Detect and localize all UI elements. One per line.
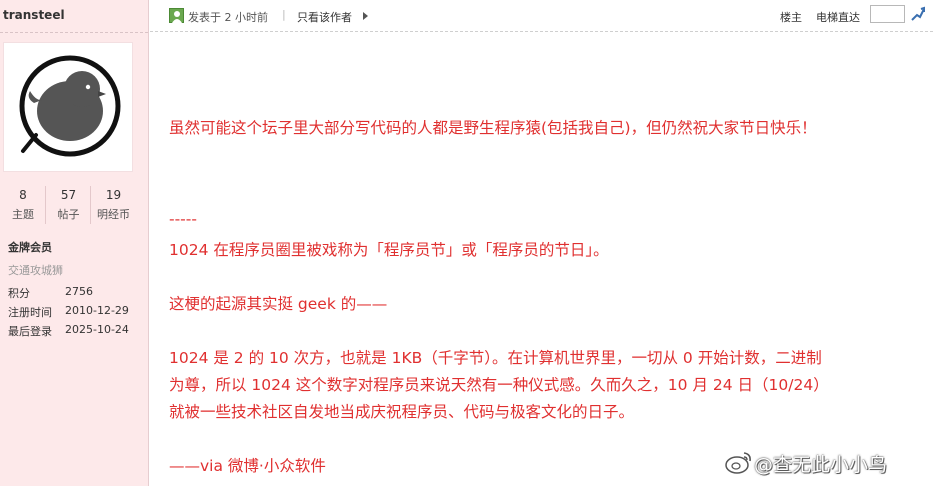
- post-line: 1024 在程序员圈里被戏称为「程序员节」或「程序员的节日」。: [169, 241, 609, 259]
- avatar[interactable]: [3, 42, 133, 172]
- author-info: 积分 2756 注册时间 2010-12-29 最后登录 2025-10-24: [8, 285, 146, 342]
- info-value: 2025-10-24: [65, 323, 129, 336]
- custom-title: 交通攻城狮: [8, 264, 63, 277]
- header-divider: |: [282, 8, 286, 21]
- stat-value: 19: [105, 188, 122, 202]
- info-value: 2756: [65, 285, 93, 298]
- info-row: 最后登录 2025-10-24: [8, 323, 146, 342]
- author-only-link[interactable]: 只看该作者: [297, 9, 352, 25]
- stat-threads[interactable]: 8 主题: [0, 186, 46, 224]
- post-line: 虽然可能这个坛子里大部分写代码的人都是野生程序猿(包括我自己)，但仍然祝大家节日…: [169, 119, 817, 137]
- info-key: 最后登录: [8, 325, 52, 338]
- post-line: 就被一些技术社区自发地当成庆祝程序员、代码与极客文化的日子。: [169, 403, 635, 421]
- author-sidebar: transteel 8 主题 57 帖子 19 明经币 金牌会员 交通攻城狮 积…: [0, 0, 149, 486]
- stat-value: 8: [19, 188, 27, 202]
- jump-go-icon[interactable]: [909, 5, 927, 23]
- floor-jump-input[interactable]: [870, 5, 905, 23]
- weibo-logo-icon: [725, 452, 751, 474]
- jump-label: 电梯直达: [816, 11, 860, 24]
- info-value: 2010-12-29: [65, 304, 129, 317]
- arrow-right-icon: [363, 12, 368, 20]
- post-header: 发表于 2 小时前 | 只看该作者 楼主 电梯直达: [150, 0, 933, 32]
- info-key: 注册时间: [8, 306, 52, 319]
- stat-label: 主题: [12, 208, 34, 221]
- post-line: 1024 是 2 的 10 次方，也就是 1KB（千字节）。在计算机世界里，一切…: [169, 349, 822, 367]
- post-line: ——via 微博·小众软件: [169, 457, 326, 475]
- bird-avatar-icon: [19, 55, 121, 157]
- member-group[interactable]: 金牌会员: [8, 239, 52, 255]
- stat-label: 帖子: [57, 208, 80, 221]
- post-line: 为尊，所以 1024 这个数字对程序员来说天然有一种仪式感。久而久之，10 月 …: [169, 376, 829, 394]
- stat-value: 57: [60, 188, 77, 202]
- stat-label: 明经币: [97, 208, 130, 221]
- stat-posts[interactable]: 57 帖子: [45, 186, 91, 224]
- info-row: 积分 2756: [8, 285, 146, 304]
- post-line: 这梗的起源其实挺 geek 的——: [169, 295, 388, 313]
- floor-label: 楼主: [780, 11, 802, 24]
- author-stats: 8 主题 57 帖子 19 明经币: [0, 186, 148, 224]
- watermark-text: @查无此小小鸟: [754, 454, 888, 476]
- author-username[interactable]: transteel: [3, 8, 65, 22]
- online-status-icon: [169, 8, 184, 23]
- sidebar-divider: [0, 32, 148, 33]
- stat-coins[interactable]: 19 明经币: [90, 186, 136, 224]
- post-separator: -----: [169, 210, 197, 228]
- info-row: 注册时间 2010-12-29: [8, 304, 146, 323]
- info-key: 积分: [8, 287, 30, 300]
- posted-time: 发表于 2 小时前: [188, 11, 268, 24]
